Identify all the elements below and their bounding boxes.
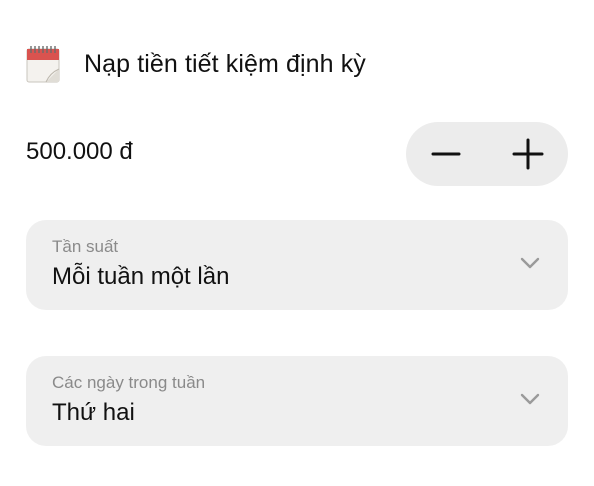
amount-row: 500.000 đ [26, 122, 568, 186]
weekday-value: Thứ hai [52, 399, 135, 426]
weekday-label: Các ngày trong tuần [52, 373, 206, 392]
chevron-down-icon [520, 257, 540, 269]
amount-stepper [406, 122, 568, 186]
increment-button[interactable] [496, 122, 560, 186]
minus-icon [431, 152, 461, 156]
amount-value: 500.000 đ [26, 138, 133, 165]
chevron-down-icon [520, 393, 540, 405]
header: Nạp tiền tiết kiệm định kỳ [26, 44, 366, 84]
frequency-select[interactable]: Tần suất Mỗi tuần một lần [26, 220, 568, 310]
frequency-value: Mỗi tuần một lần [52, 263, 230, 290]
decrement-button[interactable] [414, 122, 478, 186]
page-title: Nạp tiền tiết kiệm định kỳ [84, 49, 366, 78]
recurring-savings-panel: Nạp tiền tiết kiệm định kỳ 500.000 đ Tần… [0, 0, 594, 486]
calendar-icon [26, 45, 60, 83]
weekday-select[interactable]: Các ngày trong tuần Thứ hai [26, 356, 568, 446]
plus-icon [512, 138, 544, 170]
frequency-label: Tần suất [52, 237, 119, 256]
